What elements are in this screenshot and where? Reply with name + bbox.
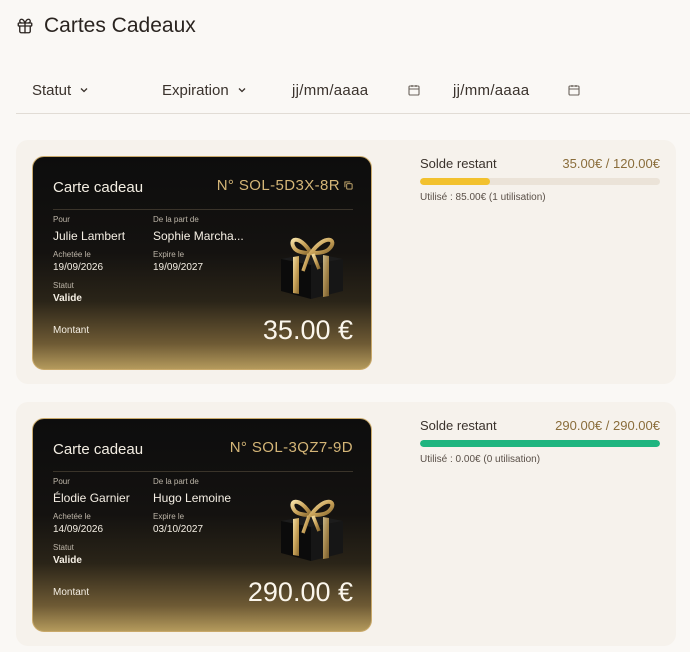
card-divider	[53, 471, 353, 472]
for-value: Julie Lambert	[53, 229, 126, 243]
expires-label: Expire le	[153, 512, 185, 521]
gift-card-row[interactable]: Carte cadeau N° SOL-3QZ7-9D Pour Élodie …	[16, 402, 676, 646]
date-to-placeholder: jj/mm/aaaa	[453, 81, 530, 99]
expires-value: 03/10/2027	[153, 524, 204, 535]
status-value: Valide	[53, 555, 82, 566]
card-title: Carte cadeau	[53, 441, 144, 458]
chevron-down-icon	[237, 82, 247, 99]
status-filter-dropdown[interactable]: Statut	[32, 80, 89, 100]
filter-bar: Statut Expiration jj/mm/aaaa jj/mm/aaaa	[16, 68, 690, 114]
balance-amount: 290.00€ / 290.00€	[555, 418, 660, 433]
balance-label: Solde restant	[420, 156, 497, 171]
status-label: Statut	[53, 281, 74, 290]
page-title: Cartes Cadeaux	[44, 14, 196, 37]
expiration-filter-dropdown[interactable]: Expiration	[162, 80, 247, 100]
for-label: Pour	[53, 215, 70, 224]
balance-label: Solde restant	[420, 418, 497, 433]
status-value: Valide	[53, 293, 82, 304]
expires-value: 19/09/2027	[153, 262, 204, 273]
page-header: Cartes Cadeaux	[16, 12, 196, 40]
bought-value: 14/09/2026	[53, 524, 104, 535]
amount-label: Montant	[53, 325, 90, 336]
card-divider	[53, 209, 353, 210]
expires-label: Expire le	[153, 250, 185, 259]
gift-card-row[interactable]: Carte cadeau N° SOL-5D3X-8R Pour Julie L…	[16, 140, 676, 384]
amount-label: Montant	[53, 587, 90, 598]
gift-card[interactable]: Carte cadeau N° SOL-5D3X-8R Pour Julie L…	[32, 156, 372, 370]
balance-progress-bar	[420, 440, 660, 447]
chevron-down-icon	[79, 82, 89, 99]
copy-icon[interactable]	[344, 177, 353, 194]
used-amount-text: Utilisé : 85.00€ (1 utilisation)	[420, 192, 546, 203]
card-title: Carte cadeau	[53, 179, 144, 196]
expiration-filter-label: Expiration	[162, 81, 229, 99]
bought-value: 19/09/2026	[53, 262, 104, 273]
bought-label: Achetée le	[53, 512, 91, 521]
gift-card[interactable]: Carte cadeau N° SOL-3QZ7-9D Pour Élodie …	[32, 418, 372, 632]
date-from-input[interactable]: jj/mm/aaaa	[292, 80, 368, 100]
date-from-placeholder: jj/mm/aaaa	[292, 81, 369, 99]
balance-amount: 35.00€ / 120.00€	[562, 156, 660, 171]
card-number: N° SOL-5D3X-8R	[217, 177, 353, 194]
status-label: Statut	[53, 543, 74, 552]
card-number: N° SOL-3QZ7-9D	[230, 439, 353, 456]
used-amount-text: Utilisé : 0.00€ (0 utilisation)	[420, 454, 541, 465]
from-value: Hugo Lemoine	[153, 491, 232, 505]
from-value: Sophie Marcha...	[153, 229, 244, 243]
balance-progress-fill	[420, 440, 660, 447]
balance-progress-bar	[420, 178, 660, 185]
calendar-icon[interactable]	[568, 83, 580, 101]
status-filter-label: Statut	[32, 81, 72, 99]
from-label: De la part de	[153, 215, 199, 224]
gift-box-icon	[273, 227, 349, 308]
balance-progress-fill	[420, 178, 490, 185]
gift-box-icon	[273, 489, 349, 570]
gift-icon	[16, 17, 34, 35]
for-label: Pour	[53, 477, 70, 486]
bought-label: Achetée le	[53, 250, 91, 259]
card-amount: 35.00 €	[262, 315, 353, 345]
calendar-icon[interactable]	[408, 83, 420, 101]
card-number-text: N° SOL-3QZ7-9D	[229, 439, 353, 456]
from-label: De la part de	[153, 477, 199, 486]
date-to-input[interactable]: jj/mm/aaaa	[453, 80, 529, 100]
card-number-text: N° SOL-5D3X-8R	[216, 177, 340, 194]
card-amount: 290.00 €	[247, 577, 353, 607]
for-value: Élodie Garnier	[53, 491, 130, 505]
